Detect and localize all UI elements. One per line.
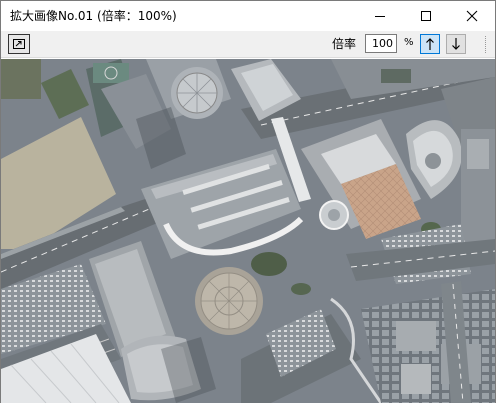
window-title: 拡大画像No.01 (倍率：100%)	[10, 9, 177, 23]
maximize-button[interactable]	[403, 1, 449, 31]
aerial-photo-viewport[interactable]	[1, 59, 495, 403]
maximize-icon	[421, 11, 431, 21]
close-icon	[466, 10, 478, 22]
zoom-rate-label: 倍率	[332, 37, 357, 51]
title-bar[interactable]: 拡大画像No.01 (倍率：100%)	[1, 1, 495, 31]
toolbar: 倍率 %	[1, 31, 495, 58]
aerial-photo	[1, 59, 495, 403]
image-viewer-window: 拡大画像No.01 (倍率：100%) 倍率 100 %	[0, 0, 496, 403]
fit-window-icon	[13, 39, 25, 49]
close-button[interactable]	[449, 1, 495, 31]
minimize-icon	[375, 16, 385, 17]
arrow-down-icon	[452, 38, 460, 50]
toolbar-grip	[485, 36, 488, 53]
zoom-down-button[interactable]	[446, 34, 466, 54]
percent-label: %	[404, 37, 414, 48]
zoom-rate-input[interactable]	[365, 34, 397, 53]
fit-window-button[interactable]	[8, 34, 30, 54]
minimize-button[interactable]	[357, 1, 403, 31]
arrow-up-icon	[426, 38, 434, 50]
zoom-up-button[interactable]	[420, 34, 440, 54]
